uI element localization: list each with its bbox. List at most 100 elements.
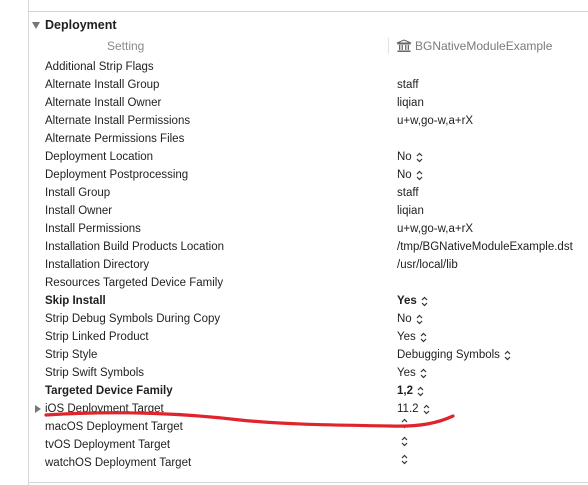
setting-value-text: Yes	[397, 331, 416, 343]
settings-list: Additional Strip Flags Alternate Install …	[0, 58, 588, 472]
setting-value-text: 1,2	[397, 385, 413, 397]
setting-value-text: liqian	[397, 205, 424, 217]
setting-row[interactable]: Strip Linked Product Yes	[0, 328, 588, 346]
disclosure-triangle-icon[interactable]	[32, 22, 40, 29]
up-down-chevron-icon[interactable]	[401, 436, 408, 447]
setting-value[interactable]: liqian	[397, 94, 424, 112]
up-down-chevron-icon[interactable]	[401, 454, 408, 465]
column-divider	[388, 38, 389, 54]
setting-name: tvOS Deployment Target	[45, 439, 171, 451]
setting-row[interactable]: Deployment Postprocessing No	[0, 166, 588, 184]
section-title: Deployment	[45, 18, 117, 32]
setting-row[interactable]: tvOS Deployment Target	[0, 436, 588, 454]
up-down-chevron-icon[interactable]	[423, 404, 430, 415]
setting-value-text: Debugging Symbols	[397, 349, 500, 361]
setting-value-popup[interactable]: 1,2	[397, 382, 424, 400]
setting-value-text: staff	[397, 187, 419, 199]
setting-value-popup[interactable]: Yes	[397, 292, 428, 310]
setting-value[interactable]: staff	[397, 76, 419, 94]
setting-row[interactable]: Additional Strip Flags	[0, 58, 588, 76]
setting-value-popup[interactable]: No	[397, 310, 423, 328]
setting-value-popup[interactable]	[397, 454, 408, 465]
setting-value[interactable]: u+w,go-w,a+rX	[397, 220, 473, 238]
setting-value-popup[interactable]: No	[397, 148, 423, 166]
deployment-section-header[interactable]: Deployment	[32, 16, 117, 34]
setting-name: Deployment Postprocessing	[45, 169, 189, 181]
setting-value-text: u+w,go-w,a+rX	[397, 115, 474, 127]
setting-row[interactable]: Alternate Install Permissions u+w,go-w,a+…	[0, 112, 588, 130]
up-down-chevron-icon[interactable]	[416, 314, 423, 325]
setting-name: Targeted Device Family	[45, 385, 173, 397]
setting-name: Deployment Location	[45, 151, 154, 163]
setting-row[interactable]: watchOS Deployment Target	[0, 454, 588, 472]
setting-row[interactable]: macOS Deployment Target	[0, 418, 588, 436]
setting-row[interactable]: iOS Deployment Target 11.2	[0, 400, 588, 418]
target-column-header[interactable]: BGNativeModuleExample	[396, 36, 552, 56]
setting-row[interactable]: Deployment Location No	[0, 148, 588, 166]
setting-name: Skip Install	[45, 295, 106, 307]
setting-row[interactable]: Install Owner liqian	[0, 202, 588, 220]
up-down-chevron-icon[interactable]	[420, 368, 427, 379]
setting-name: Install Permissions	[45, 223, 141, 235]
up-down-chevron-icon[interactable]	[420, 332, 427, 343]
setting-row[interactable]: Strip Debug Symbols During Copy No	[0, 310, 588, 328]
up-down-chevron-icon[interactable]	[416, 170, 423, 181]
setting-value[interactable]: staff	[397, 184, 419, 202]
setting-value-popup[interactable]: Debugging Symbols	[397, 346, 511, 364]
setting-value-popup[interactable]	[397, 418, 408, 429]
build-settings-pane: Deployment Setting BGNativeModuleExample…	[0, 0, 588, 485]
setting-name: Alternate Install Permissions	[45, 115, 191, 127]
setting-value-text: /usr/local/lib	[397, 259, 458, 271]
setting-value[interactable]: /usr/local/lib	[397, 256, 458, 274]
setting-row[interactable]: Alternate Install Owner liqian	[0, 94, 588, 112]
setting-name: Alternate Permissions Files	[45, 133, 185, 145]
setting-value-text: staff	[397, 79, 419, 91]
setting-value-text: 11.2	[397, 403, 419, 415]
setting-name: Strip Debug Symbols During Copy	[45, 313, 221, 325]
setting-row[interactable]: Strip Style Debugging Symbols	[0, 346, 588, 364]
setting-row[interactable]: Strip Swift Symbols Yes	[0, 364, 588, 382]
setting-row[interactable]: Install Permissions u+w,go-w,a+rX	[0, 220, 588, 238]
setting-value[interactable]: /tmp/BGNativeModuleExample.dst	[397, 238, 573, 256]
setting-row[interactable]: Installation Directory/usr/local/lib	[0, 256, 588, 274]
setting-value-text: No	[397, 169, 412, 181]
up-down-chevron-icon[interactable]	[416, 152, 423, 163]
setting-value-popup[interactable]: 11.2	[397, 400, 430, 418]
setting-name: macOS Deployment Target	[45, 421, 183, 433]
setting-value-text: /tmp/BGNativeModuleExample.dst	[397, 241, 573, 253]
up-down-chevron-icon[interactable]	[417, 386, 424, 397]
setting-name: Resources Targeted Device Family	[45, 277, 224, 289]
up-down-chevron-icon[interactable]	[401, 418, 408, 429]
setting-row[interactable]: Targeted Device Family 1,2	[0, 382, 588, 400]
setting-value-popup[interactable]: Yes	[397, 364, 427, 382]
setting-value-text: u+w,go-w,a+rX	[397, 223, 474, 235]
setting-value-text: Yes	[397, 367, 416, 379]
library-target-icon	[396, 39, 412, 53]
setting-name: iOS Deployment Target	[45, 403, 164, 415]
setting-row[interactable]: Install Group staff	[0, 184, 588, 202]
setting-value-popup[interactable]: No	[397, 166, 423, 184]
setting-value-text: liqian	[397, 97, 424, 109]
setting-name: Alternate Install Group	[45, 79, 160, 91]
setting-value-text: No	[397, 313, 412, 325]
setting-value-popup[interactable]: Yes	[397, 328, 427, 346]
setting-column-header[interactable]: Setting	[107, 36, 144, 56]
setting-value[interactable]: u+w,go-w,a+rX	[397, 112, 473, 130]
setting-name: Installation Build Products Location	[45, 241, 224, 253]
setting-value[interactable]: liqian	[397, 202, 424, 220]
target-name: BGNativeModuleExample	[415, 39, 553, 53]
setting-name: Alternate Install Owner	[45, 97, 162, 109]
setting-row[interactable]: Skip Install Yes	[0, 292, 588, 310]
up-down-chevron-icon[interactable]	[504, 350, 511, 361]
up-down-chevron-icon[interactable]	[421, 296, 428, 307]
setting-row[interactable]: Alternate Permissions Files	[0, 130, 588, 148]
setting-row[interactable]: Resources Targeted Device Family	[0, 274, 588, 292]
setting-row[interactable]: Installation Build Products Location/tmp…	[0, 238, 588, 256]
setting-row[interactable]: Alternate Install Group staff	[0, 76, 588, 94]
setting-name: Additional Strip Flags	[45, 61, 154, 73]
setting-value-text: Yes	[397, 295, 417, 307]
expand-row-icon[interactable]	[35, 405, 41, 413]
setting-value-popup[interactable]	[397, 436, 408, 447]
setting-name: Strip Linked Product	[45, 331, 149, 343]
pane-bottom-border	[28, 482, 588, 483]
